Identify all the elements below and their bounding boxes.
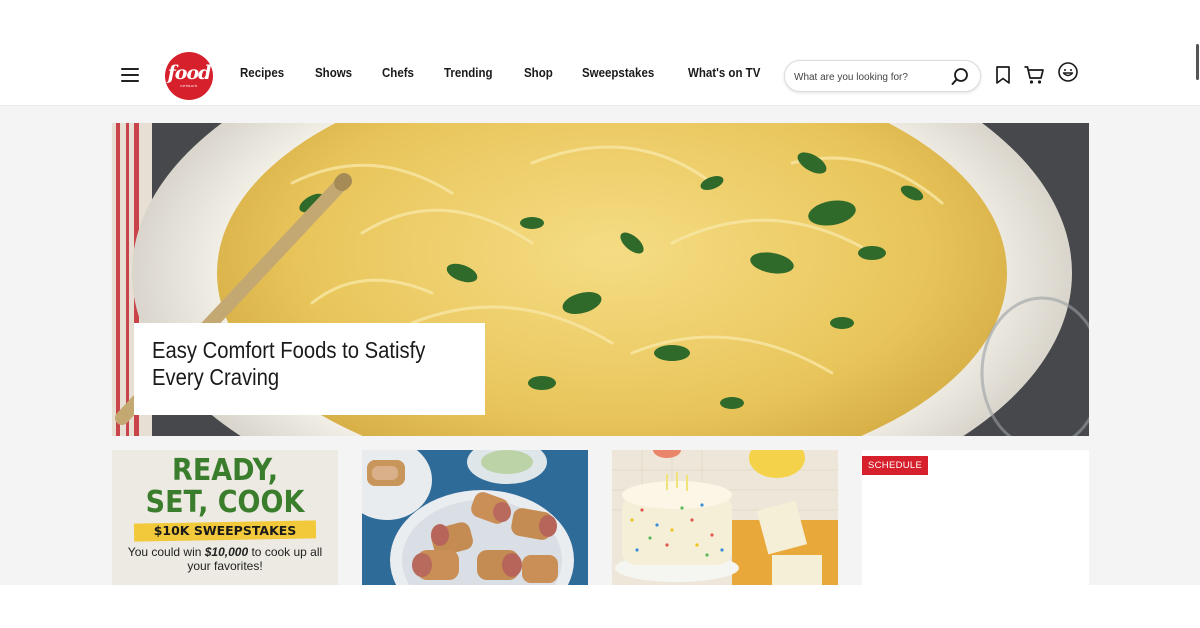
sweepstakes-band-label: $10K SWEEPSTAKES [153, 523, 297, 538]
nav-recipes[interactable]: Recipes [240, 66, 284, 80]
logo-wordmark: food [167, 62, 212, 84]
nav-whats-on-tv[interactable]: What's on TV [688, 66, 760, 80]
sweepstakes-headline-2: SET, COOK [145, 485, 305, 520]
page-scrollbar[interactable] [1196, 44, 1199, 80]
nav-shop[interactable]: Shop [524, 66, 553, 80]
hero-caption-card[interactable]: Easy Comfort Foods to Satisfy Every Crav… [134, 323, 485, 415]
browser-viewport: food network Recipes Shows Chefs Trendin… [0, 44, 1200, 585]
bookmark-icon[interactable] [992, 64, 1014, 86]
hero-title[interactable]: Easy Comfort Foods to Satisfy Every Crav… [152, 337, 469, 391]
search-input[interactable] [794, 67, 944, 87]
birthday-cake-card[interactable] [612, 450, 838, 585]
cart-icon[interactable] [1023, 64, 1045, 86]
nav-shows[interactable]: Shows [315, 66, 352, 80]
sausage-rolls-image [362, 450, 588, 585]
site-header: food network Recipes Shows Chefs Trendin… [0, 44, 1200, 106]
nav-sweepstakes[interactable]: Sweepstakes [582, 66, 654, 80]
sweepstakes-body-pre: You could win [127, 545, 205, 559]
schedule-badge[interactable]: SCHEDULE [862, 456, 929, 475]
main-nav: Recipes Shows Chefs Trending Shop Sweeps… [240, 66, 766, 80]
sweepstakes-body: You could win $10,000 to cook up all you… [126, 545, 324, 573]
search-box [784, 60, 981, 92]
hero-feature[interactable]: Easy Comfort Foods to Satisfy Every Crav… [112, 123, 1089, 436]
profile-icon[interactable] [1057, 61, 1079, 83]
schedule-card[interactable]: SCHEDULE [862, 450, 1089, 585]
birthday-cake-image [612, 450, 838, 585]
nav-trending[interactable]: Trending [444, 66, 493, 80]
food-network-logo[interactable]: food network [165, 52, 213, 100]
sweepstakes-headline-1: READY, [172, 453, 278, 488]
sweepstakes-card[interactable]: READY, SET, COOK $10K SWEEPSTAKES You co… [112, 450, 338, 585]
page: food network Recipes Shows Chefs Trendin… [0, 0, 1200, 628]
search-icon[interactable] [950, 67, 970, 87]
sweepstakes-body-amount: $10,000 [204, 545, 249, 559]
menu-icon[interactable] [121, 68, 139, 82]
logo-subtext: network [180, 83, 198, 88]
sausage-rolls-card[interactable] [362, 450, 588, 585]
nav-chefs[interactable]: Chefs [382, 66, 414, 80]
